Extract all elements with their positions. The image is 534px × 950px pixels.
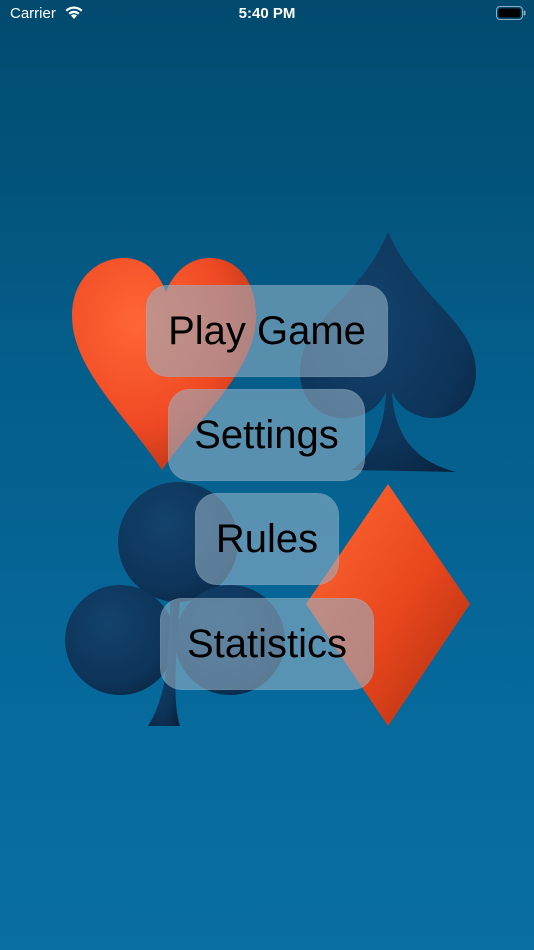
settings-button[interactable]: Settings xyxy=(168,389,365,481)
rules-button[interactable]: Rules xyxy=(195,493,339,585)
play-game-button[interactable]: Play Game xyxy=(146,285,388,377)
statistics-button[interactable]: Statistics xyxy=(160,598,374,690)
